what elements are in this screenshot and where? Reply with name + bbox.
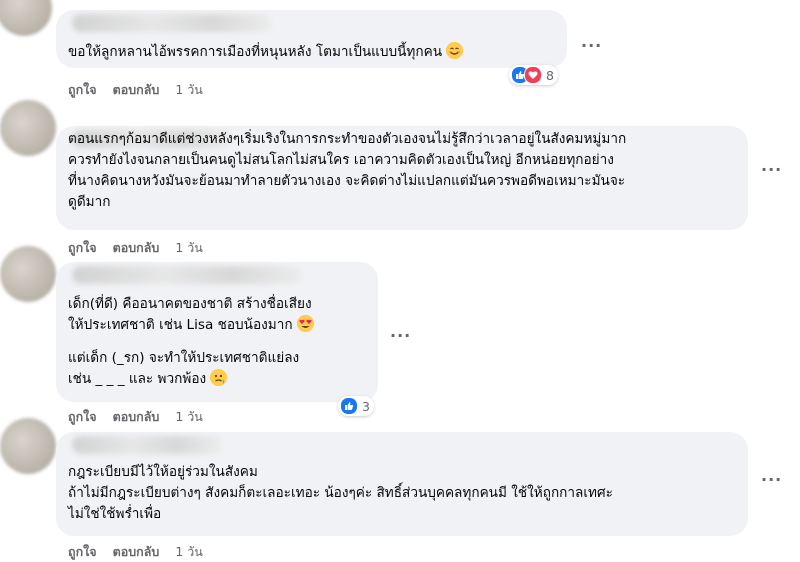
comment-text: ขอให้ลูกหลานไอ้พรรคการเมืองที่หนุนหลัง โ… (68, 42, 464, 63)
reply-button[interactable]: ตอบกลับ (113, 80, 160, 100)
reply-button[interactable]: ตอบกลับ (113, 238, 160, 258)
like-button[interactable]: ถูกใจ (68, 80, 97, 100)
more-options-button[interactable]: ··· (761, 160, 782, 179)
like-button[interactable]: ถูกใจ (68, 238, 97, 258)
love-icon (524, 66, 542, 84)
comment-line: แต่เด็ก (_รก) จะทำให้ประเทศชาติแย่ลง (68, 350, 300, 366)
comment-bubble: ขอให้ลูกหลานไอ้พรรคการเมืองที่หนุนหลัง โ… (56, 10, 567, 68)
author-name[interactable] (72, 266, 302, 284)
author-name[interactable] (72, 14, 272, 32)
reply-button[interactable]: ตอบกลับ (113, 542, 160, 562)
comment-bubble: ตอนแรกๆก้อมาดีแต่ช่วงหลังๆเริ่มเริงในการ… (56, 126, 748, 230)
comment-line: เช่น _ _ _ และ พวกพ้อง (68, 371, 207, 387)
more-options-button[interactable]: ··· (761, 470, 782, 489)
comment-line: เด็ก(ที่ดี) คืออนาคตของชาติ สร้างชื่อเสี… (68, 296, 312, 312)
avatar[interactable] (0, 246, 56, 302)
comment-actions: ถูกใจ ตอบกลับ 1 วัน (68, 80, 203, 100)
comment-line: ให้ประเทศชาติ เช่น Lisa ชอบน้องมาก (68, 317, 293, 333)
reaction-count: 8 (546, 67, 554, 83)
heart-eyes-icon (296, 315, 314, 332)
comment-actions: ถูกใจ ตอบกลับ 1 วัน (68, 542, 203, 562)
comment-text-content: ขอให้ลูกหลานไอ้พรรคการเมืองที่หนุนหลัง โ… (68, 44, 443, 60)
reaction-count: 3 (362, 398, 370, 414)
timestamp[interactable]: 1 วัน (175, 542, 203, 562)
like-button[interactable]: ถูกใจ (68, 407, 97, 427)
avatar[interactable] (0, 418, 56, 474)
comment-bubble: กฎระเบียบมีไว้ให้อยู่ร่วมในสังคม ถ้าไม่ม… (56, 432, 748, 536)
comment-actions: ถูกใจ ตอบกลับ 1 วัน (68, 238, 203, 258)
reply-button[interactable]: ตอบกลับ (113, 407, 160, 427)
author-name[interactable] (72, 436, 222, 454)
comment-text: เด็ก(ที่ดี) คืออนาคตของชาติ สร้างชื่อเสี… (68, 294, 314, 336)
timestamp[interactable]: 1 วัน (175, 407, 203, 427)
more-options-button[interactable]: ··· (390, 326, 411, 345)
comment-text: กฎระเบียบมีไว้ให้อยู่ร่วมในสังคม ถ้าไม่ม… (68, 464, 613, 522)
smiling-face-icon (446, 42, 464, 59)
avatar[interactable] (0, 0, 52, 36)
comment-bubble: เด็ก(ที่ดี) คืออนาคตของชาติ สร้างชื่อเสี… (56, 262, 378, 402)
like-icon (340, 397, 358, 415)
more-options-button[interactable]: ··· (581, 36, 602, 55)
timestamp[interactable]: 1 วัน (175, 238, 203, 258)
timestamp[interactable]: 1 วัน (175, 80, 203, 100)
comment-text: ตอนแรกๆก้อมาดีแต่ช่วงหลังๆเริ่มเริงในการ… (68, 131, 627, 210)
comment-text: แต่เด็ก (_รก) จะทำให้ประเทศชาติแย่ลง เช่… (68, 348, 299, 390)
reaction-summary[interactable]: 8 (509, 65, 558, 85)
reaction-summary[interactable]: 3 (338, 396, 374, 416)
like-button[interactable]: ถูกใจ (68, 542, 97, 562)
comment-actions: ถูกใจ ตอบกลับ 1 วัน (68, 407, 203, 427)
worried-face-icon (210, 369, 228, 386)
avatar[interactable] (0, 100, 56, 156)
